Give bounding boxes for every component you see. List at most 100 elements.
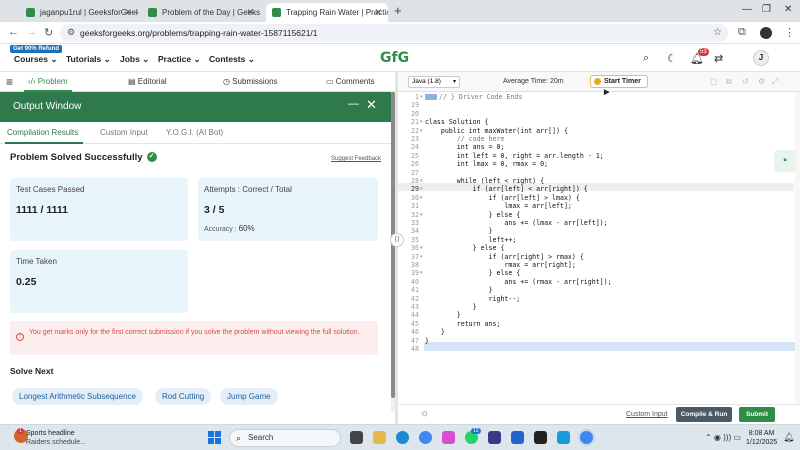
user-avatar[interactable]: J <box>753 50 769 66</box>
fold-toggle-icon[interactable]: ▾ <box>420 177 423 185</box>
line-number: 23 <box>411 135 419 143</box>
clock[interactable]: 8:08 AM 1/12/2025 <box>746 429 777 447</box>
fullscreen-icon[interactable]: ▢ <box>710 77 718 86</box>
browser-tab-potd[interactable]: Problem of the Day | GeeksforG ✕ <box>142 3 260 22</box>
close-window-icon[interactable]: ✕ <box>784 4 792 15</box>
line-number: 44 <box>411 311 419 320</box>
edge-icon[interactable] <box>396 431 409 444</box>
chat-icon[interactable]: ▪ <box>774 150 796 172</box>
restore-window-icon[interactable]: ❐ <box>762 4 771 15</box>
fold-toggle-icon[interactable]: ▾ <box>420 269 423 277</box>
solve-next-jump-game[interactable]: Jump Game <box>220 388 278 405</box>
system-tray-icons[interactable]: ⌃ ◉ ))) ▭ <box>705 433 741 442</box>
taskbar-search[interactable]: ⌕ Search <box>229 429 341 447</box>
forward-icon[interactable]: → <box>26 26 37 38</box>
line-number: 19 <box>411 101 419 110</box>
hamburger-menu-icon[interactable]: ≡ <box>6 75 13 89</box>
back-icon[interactable]: ← <box>8 26 19 38</box>
code-line: } else { <box>425 210 521 219</box>
warning-text: You get marks only for the first correct… <box>29 329 360 336</box>
url-field[interactable]: ⚙ geeksforgeeks.org/problems/trapping-ra… <box>60 24 728 42</box>
fold-toggle-icon[interactable]: ▾ <box>420 127 423 135</box>
browser-menu-icon[interactable]: ⋮ <box>784 26 795 39</box>
app-icon[interactable] <box>557 431 570 444</box>
settings-icon[interactable]: ⚙ <box>758 77 765 86</box>
fold-toggle-icon[interactable]: ▾ <box>420 194 423 202</box>
start-timer-button[interactable]: Start Timer ▶ <box>590 75 648 96</box>
menu-practice[interactable]: Practice ⌄ <box>158 54 201 65</box>
file-explorer-icon[interactable] <box>373 431 386 444</box>
copilot-icon[interactable] <box>442 431 455 444</box>
bookmark-star-icon[interactable]: ☆ <box>713 27 722 38</box>
time-taken-value: 0.25 <box>16 276 37 288</box>
windows-start-icon[interactable] <box>208 431 221 444</box>
tab-custom-input[interactable]: Custom Input <box>100 128 148 137</box>
chrome-icon[interactable] <box>419 431 432 444</box>
amazon-icon[interactable] <box>534 431 547 444</box>
marks-warning: ! You get marks only for the first corre… <box>10 321 378 355</box>
notification-center-icon[interactable]: 🔔︎ <box>783 432 794 443</box>
code-line: if (arr[left] < arr[right]) { <box>425 185 588 194</box>
tab-comments[interactable]: ▭ Comments <box>326 77 374 86</box>
chrome-active-icon[interactable] <box>580 431 593 444</box>
reload-icon[interactable]: ↻ <box>44 26 53 39</box>
reset-icon[interactable]: ↺ <box>742 77 749 86</box>
close-tab-icon[interactable]: ✕ <box>374 7 382 18</box>
close-tab-icon[interactable]: ✕ <box>124 7 132 18</box>
menu-courses[interactable]: Courses ⌄ <box>14 54 58 65</box>
suggest-feedback-link[interactable]: Suggest Feedback <box>331 156 381 162</box>
theme-sun-icon[interactable]: ☼ <box>420 408 429 419</box>
folded-code-marker[interactable] <box>425 94 437 100</box>
compile-run-button[interactable]: Compile & Run <box>676 407 732 422</box>
editor-scrollbar[interactable] <box>795 92 800 404</box>
gfg-logo[interactable]: GfG <box>380 50 412 66</box>
line-number: 45 <box>411 319 419 328</box>
close-output-icon[interactable]: ✕ <box>366 97 377 113</box>
menu-contests[interactable]: Contests ⌄ <box>209 54 255 65</box>
store-icon[interactable] <box>511 431 524 444</box>
submit-button[interactable]: Submit <box>739 407 775 422</box>
minimize-window-icon[interactable]: — <box>742 4 752 15</box>
browser-tab-trapping-rain-water[interactable]: Trapping Rain Water | Practice ✕ <box>266 3 388 22</box>
tab-problem[interactable]: ‹/› Problem <box>28 77 68 86</box>
tab-compilation-results[interactable]: Compilation Results <box>7 128 78 137</box>
test-cases-value: 1111 / 1111 <box>16 204 68 216</box>
copy-icon[interactable]: ⧉ <box>726 77 732 87</box>
task-view-icon[interactable] <box>350 431 363 444</box>
extensions-icon[interactable]: ⧉ <box>738 26 746 39</box>
site-info-icon[interactable]: ⚙ <box>67 27 75 38</box>
news-title[interactable]: Sports headline <box>26 430 75 437</box>
code-editor[interactable]: 1 ▾// } Driver Code Ends 19 20 21 ▾ class Solu… <box>398 92 800 404</box>
solve-next-rod-cutting[interactable]: Rod Cutting <box>155 388 212 405</box>
fold-toggle-icon[interactable]: ▾ <box>420 118 423 126</box>
refund-badge[interactable]: Get 90% Refund <box>10 45 63 53</box>
menu-tutorials[interactable]: Tutorials ⌄ <box>66 54 111 65</box>
line-number: 36 <box>411 244 419 253</box>
gfg-favicon-icon <box>148 8 157 17</box>
custom-input-link[interactable]: Custom Input <box>626 411 668 418</box>
minimize-output-icon[interactable]: — <box>348 98 359 110</box>
expand-icon[interactable]: ⤢ <box>772 77 778 87</box>
line-number: 34 <box>411 227 419 236</box>
code-line: if (arr[left] > lmax) { <box>425 193 580 202</box>
teams-icon[interactable] <box>488 431 501 444</box>
solve-next-longest-arithmetic-subsequence[interactable]: Longest Arithmetic Subsequence <box>12 388 143 405</box>
tab-submissions[interactable]: ◷ Submissions <box>223 77 278 86</box>
tab-yogi-ai-bot[interactable]: Y.O.G.I. (AI Bot) <box>166 128 223 137</box>
menu-jobs[interactable]: Jobs ⌄ <box>120 54 149 65</box>
fold-toggle-icon[interactable]: ▾ <box>420 93 423 101</box>
close-tab-icon[interactable]: ✕ <box>246 7 254 18</box>
search-icon[interactable]: ⌕ <box>643 52 649 65</box>
translate-icon[interactable]: ⇄ <box>714 52 723 65</box>
fold-toggle-icon[interactable]: ▾ <box>420 253 423 261</box>
fold-toggle-icon[interactable]: ▾ <box>420 244 423 252</box>
new-tab-button[interactable]: + <box>394 3 402 18</box>
fold-toggle-icon[interactable]: ▾ <box>420 211 423 219</box>
language-select[interactable]: Java (1.8) ▾ <box>408 76 460 88</box>
tab-editorial[interactable]: ▤ Editorial <box>128 77 167 86</box>
fold-toggle-icon[interactable]: ▾ <box>420 185 423 193</box>
profile-avatar-icon[interactable] <box>760 27 772 39</box>
news-subtitle[interactable]: Raiders schedule... <box>26 439 86 446</box>
dark-mode-icon[interactable]: ☾ <box>667 52 677 65</box>
browser-tab-profile[interactable]: jaganpu1rul | GeeksforGeeks Pr ✕ <box>20 3 138 22</box>
